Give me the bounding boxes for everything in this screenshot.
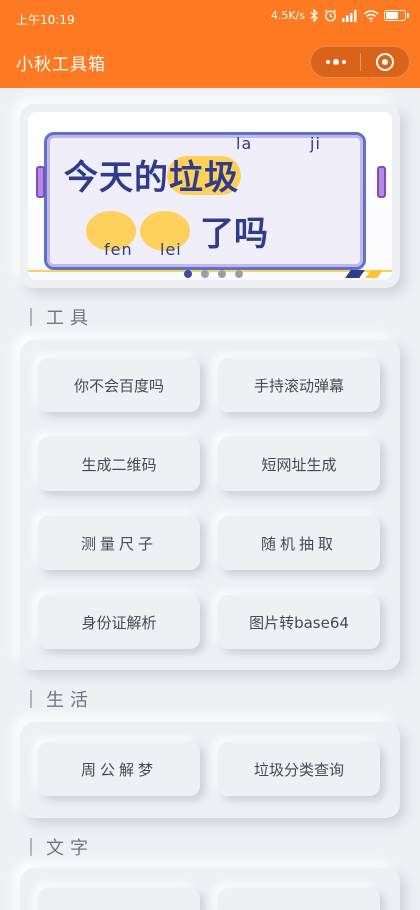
app-title: 小秋工具箱	[16, 55, 106, 75]
status-icons: 4.5K/s	[270, 9, 409, 22]
alarm-icon	[324, 9, 337, 22]
life-panel: 周公解梦 垃圾分类查询	[20, 722, 400, 818]
mini-program-close-icon[interactable]	[361, 47, 409, 77]
tool-button-scroll-danmaku[interactable]: 手持滚动弹幕	[218, 358, 380, 412]
carousel-indicator	[184, 270, 243, 278]
more-dots-icon[interactable]	[311, 47, 360, 77]
tool-button-image-base64[interactable]: 图片转base64	[218, 595, 380, 649]
tool-button-garbage-sort[interactable]: 垃圾分类查询	[218, 742, 380, 796]
tool-button-text-1[interactable]	[38, 888, 200, 910]
banner-headline-plain: 今天的	[64, 158, 169, 198]
tool-button-short-url[interactable]: 短网址生成	[218, 437, 380, 491]
section-header-life: 生活	[30, 686, 94, 712]
tool-button-ruler[interactable]: 测量尺子	[38, 516, 200, 570]
carousel-dot[interactable]	[235, 270, 243, 278]
section-marker	[30, 838, 32, 856]
tool-button-text-2[interactable]	[218, 888, 380, 910]
tool-button-random-pick[interactable]: 随机抽取	[218, 516, 380, 570]
signal-icon	[342, 9, 358, 22]
section-title: 生活	[46, 690, 94, 711]
wifi-icon	[363, 9, 379, 22]
battery-icon	[384, 10, 409, 21]
tool-button-dream[interactable]: 周公解梦	[38, 742, 200, 796]
board-clip-left	[36, 166, 45, 198]
status-bar: 上午10:19 4.5K/s	[0, 0, 420, 36]
network-speed: 4.5K/s	[270, 9, 305, 22]
pinyin-fen: fen	[104, 240, 133, 259]
tool-button-baidu[interactable]: 你不会百度吗	[38, 358, 200, 412]
section-title: 文字	[46, 838, 94, 859]
section-header-text: 文字	[30, 834, 94, 860]
section-marker	[30, 308, 32, 326]
section-header-tools: 工具	[30, 304, 94, 330]
board-clip-right	[377, 166, 386, 198]
carousel-dot[interactable]	[201, 270, 209, 278]
banner-panel: la ji 今天的垃圾 了吗 fen lei	[20, 104, 400, 288]
mini-program-capsule	[310, 46, 410, 78]
status-time: 上午10:19	[16, 13, 75, 27]
tool-button-qrcode[interactable]: 生成二维码	[38, 437, 200, 491]
carousel-dot[interactable]	[184, 270, 192, 278]
banner-headline-highlight: 垃圾	[167, 150, 241, 199]
banner-line2-text: 了吗	[200, 214, 268, 254]
pinyin-lei: lei	[160, 240, 182, 259]
text-panel	[20, 868, 400, 910]
title-bar: 小秋工具箱	[0, 36, 420, 88]
section-marker	[30, 690, 32, 708]
banner-carousel[interactable]: la ji 今天的垃圾 了吗 fen lei	[28, 112, 392, 280]
carousel-dot[interactable]	[218, 270, 226, 278]
tool-button-id-parse[interactable]: 身份证解析	[38, 595, 200, 649]
bluetooth-icon	[310, 9, 319, 22]
tools-panel: 你不会百度吗 手持滚动弹幕 生成二维码 短网址生成 测量尺子 随机抽取 身份证解…	[20, 340, 400, 670]
pinyin-ji: ji	[310, 134, 321, 153]
section-title: 工具	[46, 308, 94, 329]
banner-headline: 今天的垃圾	[64, 150, 241, 199]
